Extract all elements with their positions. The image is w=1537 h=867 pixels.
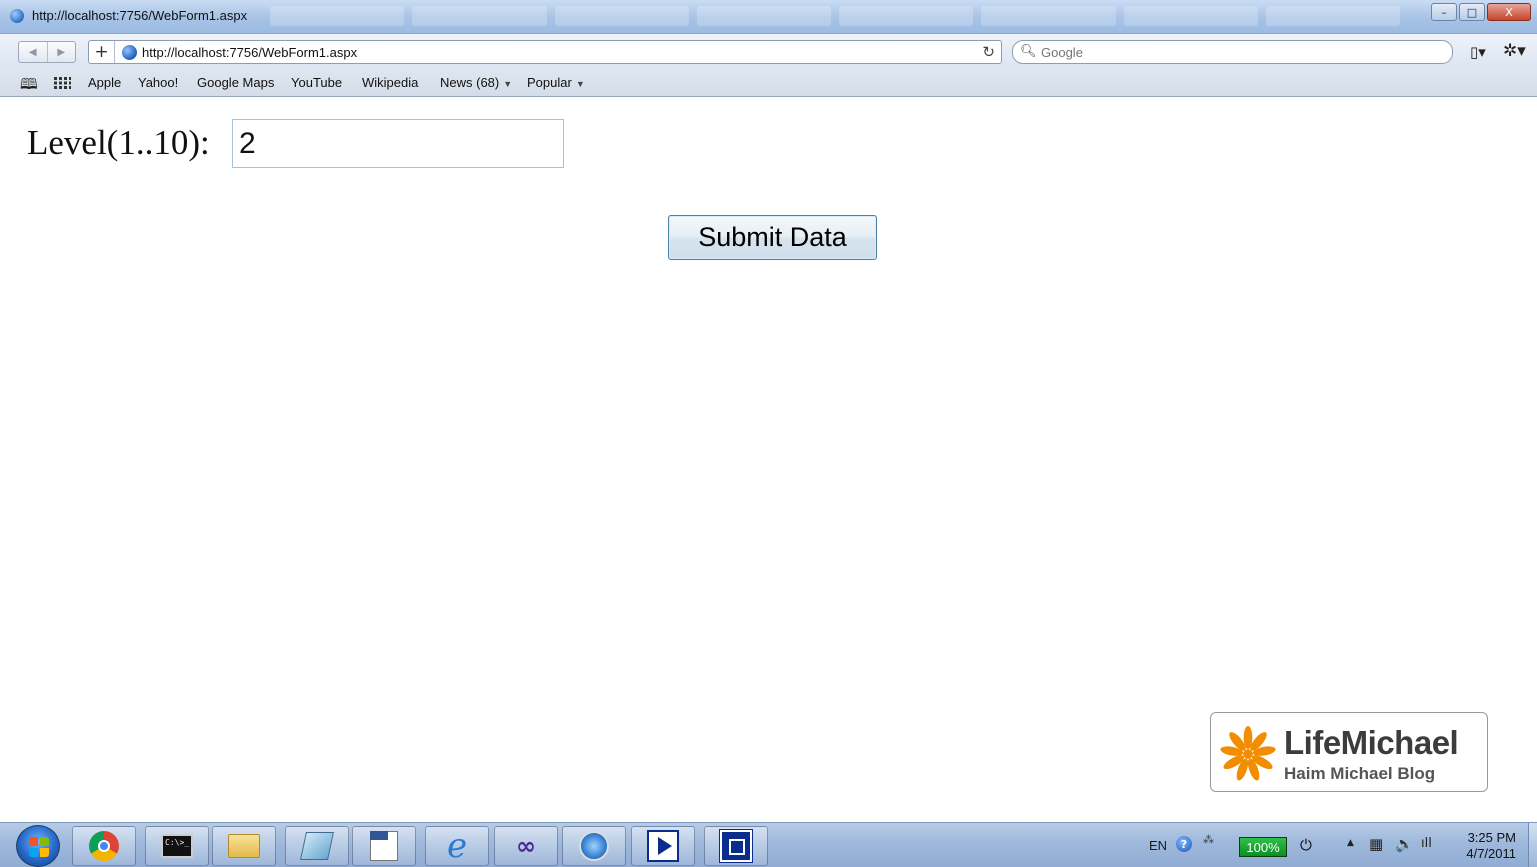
gear-icon[interactable]: ✲▾ <box>1503 41 1526 61</box>
search-bar[interactable]: 🔍︎ <box>1012 40 1453 64</box>
visual-studio-icon: ∞ <box>516 832 536 860</box>
globe-icon <box>10 9 24 23</box>
maximize-button[interactable]: □ <box>1459 3 1485 21</box>
taskbar-command-prompt[interactable]: C:\>_ <box>145 826 209 866</box>
back-button[interactable]: ◀ <box>19 42 47 62</box>
tab-placeholder[interactable] <box>270 6 405 26</box>
signal-strength-icon[interactable]: ıll <box>1421 836 1432 851</box>
show-hidden-icons-button[interactable]: ▲ <box>1347 838 1354 848</box>
battery-indicator[interactable]: 100% <box>1239 837 1287 857</box>
network-icon[interactable]: ▦ <box>1369 835 1383 853</box>
background-tabs <box>270 6 1400 26</box>
reload-icon[interactable]: ↻ <box>982 43 995 61</box>
taskbar-media-player[interactable] <box>631 826 695 866</box>
pdf-icon: PDF <box>370 831 398 861</box>
page-menu-icon[interactable]: ▯▾ <box>1470 43 1486 61</box>
tab-placeholder[interactable] <box>412 6 547 26</box>
tab-placeholder[interactable] <box>839 6 974 26</box>
taskbar-notes[interactable] <box>285 826 349 866</box>
tab-placeholder[interactable] <box>696 6 831 26</box>
bookmark-wikipedia[interactable]: Wikipedia <box>362 75 418 90</box>
taskbar-chrome[interactable] <box>72 826 136 866</box>
clock-time: 3:25 PM <box>1467 830 1516 845</box>
tab-placeholder[interactable] <box>554 6 689 26</box>
clock-date: 4/7/2011 <box>1466 846 1516 861</box>
submit-data-button[interactable]: Submit Data <box>668 215 877 260</box>
safari-compass-icon <box>579 831 609 861</box>
logo-subtitle: Haim Michael Blog <box>1284 764 1436 783</box>
chrome-icon <box>89 831 119 861</box>
close-button[interactable]: X <box>1487 3 1531 21</box>
taskbar-internet-explorer[interactable]: e <box>425 826 489 866</box>
chevron-down-icon: ▼ <box>575 79 585 89</box>
history-buttons: ◀ ▶ <box>18 41 76 63</box>
folder-icon <box>228 834 260 858</box>
add-bookmark-button[interactable]: + <box>89 41 115 63</box>
media-player-icon <box>647 830 679 862</box>
bookmark-popular-label: Popular <box>527 75 572 90</box>
top-sites-grid-icon[interactable] <box>54 77 71 89</box>
input-options-icon[interactable]: ⁂ <box>1203 833 1214 846</box>
logo-title: LifeMichael <box>1284 724 1459 761</box>
bookmark-apple[interactable]: Apple <box>88 75 121 90</box>
address-bar[interactable]: + http://localhost:7756/WebForm1.aspx ↻ <box>88 40 1002 64</box>
virtual-machine-icon <box>719 829 753 863</box>
language-indicator[interactable]: EN <box>1149 838 1167 867</box>
tab-placeholder[interactable] <box>1123 6 1258 26</box>
search-input[interactable] <box>1041 43 1441 61</box>
command-prompt-icon: C:\>_ <box>161 834 193 858</box>
minimize-button[interactable]: – <box>1431 3 1457 21</box>
level-label: Level(1..10): <box>27 123 210 162</box>
taskbar: C:\>_ PDF e ∞ EN ? ⁂ 100% ⏻ ▲ ▦ 🔈 ıll 3:… <box>0 822 1537 867</box>
taskbar-visual-studio[interactable]: ∞ <box>494 826 558 866</box>
power-plug-icon[interactable]: ⏻ <box>1300 836 1312 854</box>
bookmark-popular-folder[interactable]: Popular ▼ <box>527 75 585 90</box>
bookmark-youtube[interactable]: YouTube <box>291 75 342 90</box>
taskbar-pdf-viewer[interactable]: PDF <box>352 826 416 866</box>
tab-placeholder[interactable] <box>1265 6 1400 26</box>
book-icon[interactable]: 🕮 <box>20 74 38 99</box>
navigation-toolbar: ◀ ▶ + http://localhost:7756/WebForm1.asp… <box>0 34 1537 70</box>
windows-logo-icon <box>29 837 49 857</box>
volume-icon[interactable]: 🔈 <box>1395 835 1414 853</box>
bookmark-news-folder[interactable]: News (68) ▼ <box>440 75 512 90</box>
taskbar-explorer[interactable] <box>212 826 276 866</box>
lifemichael-logo[interactable]: LifeMichael Haim Michael Blog <box>1210 712 1488 792</box>
chevron-down-icon: ▼ <box>503 79 513 89</box>
internet-explorer-icon: e <box>446 826 468 866</box>
bookmark-yahoo[interactable]: Yahoo! <box>138 75 178 90</box>
site-globe-icon <box>122 45 137 60</box>
level-input[interactable] <box>232 119 564 168</box>
forward-button[interactable]: ▶ <box>46 42 76 62</box>
url-text[interactable]: http://localhost:7756/WebForm1.aspx <box>142 45 357 60</box>
system-clock[interactable]: 3:25 PM 4/7/2011 <box>1458 830 1516 862</box>
taskbar-virtual-machine[interactable] <box>704 826 768 866</box>
start-button[interactable] <box>16 825 60 867</box>
tab-placeholder[interactable] <box>981 6 1116 26</box>
bookmark-google-maps[interactable]: Google Maps <box>197 75 274 90</box>
window-controls: – □ X <box>1431 3 1531 21</box>
notes-icon <box>300 832 334 860</box>
window-title: http://localhost:7756/WebForm1.aspx <box>32 8 248 23</box>
flower-logo-icon <box>1220 725 1276 781</box>
taskbar-safari[interactable] <box>562 826 626 866</box>
help-icon[interactable]: ? <box>1176 836 1192 852</box>
bookmark-news-label: News (68) <box>440 75 500 90</box>
search-icon[interactable]: 🔍︎ <box>1020 44 1037 59</box>
bookmarks-bar: 🕮 Apple Yahoo! Google Maps YouTube Wikip… <box>0 70 1537 97</box>
window-title-bar[interactable]: http://localhost:7756/WebForm1.aspx – □ … <box>0 0 1537 34</box>
show-desktop-button[interactable] <box>1528 823 1537 867</box>
